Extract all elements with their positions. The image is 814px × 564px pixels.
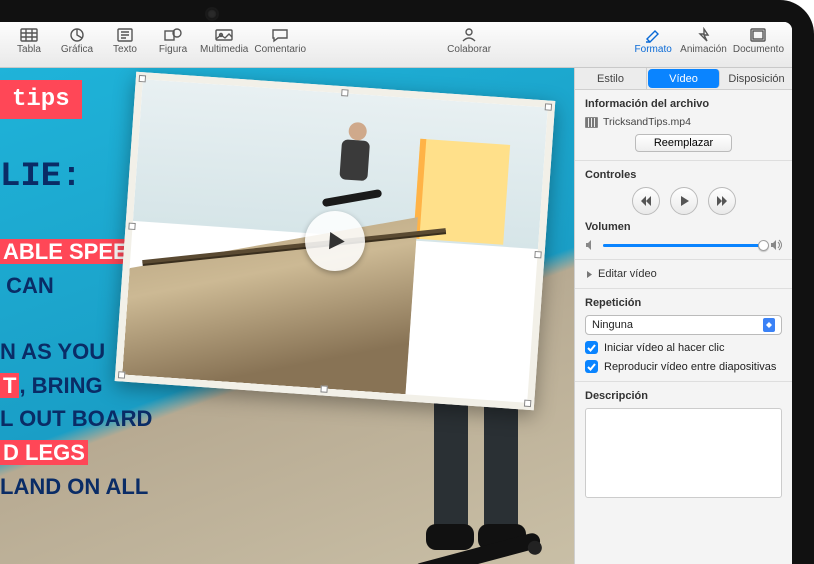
toolbar-label: Colaborar: [447, 44, 491, 55]
play-icon: [678, 195, 690, 207]
document-icon: [748, 27, 768, 43]
toolbar-grafica[interactable]: Gráfica: [56, 26, 98, 55]
toolbar-documento[interactable]: Documento: [733, 26, 784, 55]
chart-icon: [67, 27, 87, 43]
tab-estilo[interactable]: Estilo: [575, 68, 647, 89]
video-object[interactable]: [115, 72, 556, 411]
tab-disposicion[interactable]: Disposición: [721, 68, 792, 89]
resize-handle[interactable]: [139, 75, 146, 82]
toolbar-texto[interactable]: Texto: [104, 26, 146, 55]
inspector-tabs: Estilo Vídeo Disposición: [575, 68, 792, 90]
volume-slider[interactable]: [603, 244, 764, 247]
forward-button[interactable]: [708, 187, 736, 215]
checkbox-start-on-click[interactable]: [585, 341, 598, 354]
toolbar-multimedia[interactable]: Multimedia: [200, 26, 248, 55]
resize-handle[interactable]: [118, 371, 125, 378]
description-textarea[interactable]: [585, 408, 782, 498]
toolbar: Tabla Gráfica Texto Figura Multimedia: [0, 22, 792, 68]
edit-video-disclosure[interactable]: Editar vídeo: [585, 268, 782, 280]
section-file-info: Información del archivo TricksandTips.mp…: [575, 90, 792, 161]
checkbox-label: Iniciar vídeo al hacer clic: [604, 342, 724, 354]
resize-handle[interactable]: [524, 400, 531, 407]
replace-button[interactable]: Reemplazar: [635, 134, 732, 152]
comment-icon: [270, 27, 290, 43]
toolbar-label: Formato: [635, 44, 672, 55]
tab-video[interactable]: Vídeo: [648, 69, 720, 88]
section-description: Descripción: [575, 382, 792, 506]
section-repeat: Repetición Ninguna Iniciar vídeo al hace…: [575, 289, 792, 382]
resize-handle[interactable]: [341, 89, 348, 96]
description-heading: Descripción: [585, 390, 782, 402]
toolbar-tabla[interactable]: Tabla: [8, 26, 50, 55]
volume-low-icon: [585, 239, 597, 251]
toolbar-label: Gráfica: [61, 44, 93, 55]
format-inspector: Estilo Vídeo Disposición Información del…: [574, 68, 792, 564]
toolbar-label: Texto: [113, 44, 137, 55]
chevron-right-icon: [585, 270, 594, 279]
controls-heading: Controles: [585, 169, 782, 181]
resize-handle[interactable]: [320, 385, 327, 392]
toolbar-label: Comentario: [254, 44, 306, 55]
checkbox-label: Reproducir vídeo entre diapositivas: [604, 361, 776, 373]
volume-high-icon: [770, 239, 782, 251]
device-camera: [207, 9, 217, 19]
text-icon: [115, 27, 135, 43]
toolbar-colaborar[interactable]: Colaborar: [447, 26, 491, 55]
rewind-icon: [640, 195, 652, 207]
select-stepper-icon: [763, 318, 775, 332]
slide-heading: LIE:: [0, 158, 82, 196]
movie-file-icon: [585, 117, 598, 128]
toolbar-label: Figura: [159, 44, 187, 55]
collaborate-icon: [459, 27, 479, 43]
check-icon: [587, 362, 596, 371]
section-controls: Controles Volumen: [575, 161, 792, 260]
resize-handle[interactable]: [128, 223, 135, 230]
file-name: TricksandTips.mp4: [603, 116, 691, 128]
repeat-heading: Repetición: [585, 297, 782, 309]
volume-heading: Volumen: [585, 221, 782, 233]
slide-canvas[interactable]: tips LIE: ABLE SPEED CAN N AS YOU T, BRI…: [0, 68, 574, 564]
repeat-select[interactable]: Ninguna: [585, 315, 782, 335]
toolbar-label: Animación: [680, 44, 727, 55]
section-edit-video: Editar vídeo: [575, 260, 792, 289]
play-icon: [321, 227, 349, 255]
resize-handle[interactable]: [534, 251, 541, 258]
format-icon: [643, 27, 663, 43]
slide-badge: tips: [0, 80, 82, 119]
rewind-button[interactable]: [632, 187, 660, 215]
toolbar-animacion[interactable]: Animación: [680, 26, 727, 55]
forward-icon: [716, 195, 728, 207]
media-icon: [214, 27, 234, 43]
toolbar-label: Multimedia: [200, 44, 248, 55]
animate-icon: [694, 27, 714, 43]
toolbar-figura[interactable]: Figura: [152, 26, 194, 55]
shape-icon: [163, 27, 183, 43]
toolbar-label: Tabla: [17, 44, 41, 55]
background-skater-legs: [432, 414, 520, 564]
toolbar-label: Documento: [733, 44, 784, 55]
toolbar-formato[interactable]: Formato: [632, 26, 674, 55]
play-button[interactable]: [670, 187, 698, 215]
table-icon: [19, 27, 39, 43]
check-icon: [587, 343, 596, 352]
file-info-heading: Información del archivo: [585, 98, 782, 110]
toolbar-comentario[interactable]: Comentario: [254, 26, 306, 55]
resize-handle[interactable]: [545, 103, 552, 110]
repeat-value: Ninguna: [592, 319, 633, 331]
checkbox-play-across-slides[interactable]: [585, 360, 598, 373]
